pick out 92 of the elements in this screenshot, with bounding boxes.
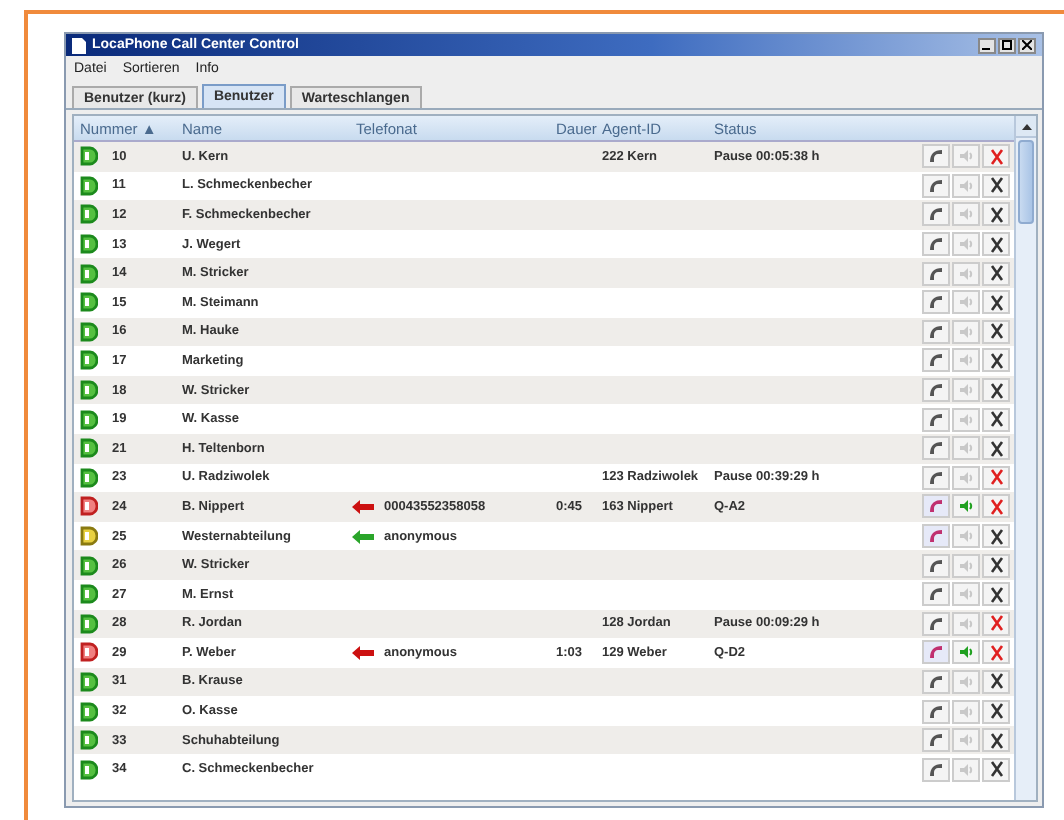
speaker-icon: [958, 732, 974, 749]
hangup-button[interactable]: [982, 757, 1010, 782]
pickup-button[interactable]: [922, 144, 950, 169]
close-button[interactable]: [1018, 37, 1036, 53]
close-icon: [989, 264, 1003, 283]
pickup-button[interactable]: [922, 436, 950, 461]
close-icon: [989, 497, 1003, 516]
pickup-button[interactable]: [922, 232, 950, 257]
close-icon: [989, 147, 1003, 166]
close-icon: [989, 322, 1003, 341]
pickup-button[interactable]: [922, 290, 950, 315]
maximize-icon: [1002, 40, 1012, 50]
pickup-button[interactable]: [922, 261, 950, 286]
speaker-icon: [958, 177, 974, 194]
close-icon: [989, 468, 1003, 487]
close-icon: [989, 527, 1003, 546]
hangup-button[interactable]: [982, 348, 1010, 373]
close-icon: [989, 614, 1003, 633]
close-icon: [989, 293, 1003, 312]
scrollbar[interactable]: [1014, 116, 1036, 800]
pickup-button[interactable]: [922, 378, 950, 403]
pickup-button[interactable]: [922, 553, 950, 578]
close-icon: [989, 643, 1003, 662]
hangup-button[interactable]: [982, 436, 1010, 461]
maximize-button[interactable]: [998, 37, 1016, 53]
speaker-icon: [958, 761, 974, 778]
speaker-icon: [958, 236, 974, 253]
pickup-button[interactable]: [922, 465, 950, 490]
speaker-icon: [958, 644, 974, 661]
pickup-button[interactable]: [922, 173, 950, 198]
pickup-button[interactable]: [922, 202, 950, 227]
hangup-button[interactable]: [982, 524, 1010, 549]
close-icon: [989, 585, 1003, 604]
speaker-icon: [958, 498, 974, 515]
close-icon: [989, 672, 1003, 691]
pickup-button[interactable]: [922, 728, 950, 753]
hangup-button[interactable]: [982, 553, 1010, 578]
hangup-button[interactable]: [982, 378, 1010, 403]
speaker-icon: [958, 294, 974, 311]
pickup-button[interactable]: [922, 319, 950, 344]
speaker-icon: [958, 206, 974, 223]
close-icon: [1022, 40, 1032, 50]
speaker-icon: [958, 703, 974, 720]
close-icon: [989, 410, 1003, 429]
minimize-button[interactable]: [978, 37, 996, 53]
speaker-icon: [958, 352, 974, 369]
close-icon: [989, 176, 1003, 195]
close-icon: [989, 731, 1003, 750]
hangup-button[interactable]: [982, 290, 1010, 315]
pickup-button[interactable]: [922, 757, 950, 782]
close-icon: [989, 235, 1003, 254]
pickup-button[interactable]: [922, 582, 950, 607]
pickup-button[interactable]: [922, 640, 950, 665]
hangup-button[interactable]: [982, 582, 1010, 607]
pickup-button[interactable]: [922, 611, 950, 636]
pickup-button[interactable]: [922, 494, 950, 519]
close-icon: [989, 760, 1003, 779]
hangup-button[interactable]: [982, 202, 1010, 227]
close-icon: [989, 205, 1003, 224]
scroll-thumb[interactable]: [1018, 140, 1034, 224]
speaker-icon: [958, 615, 974, 632]
close-icon: [989, 381, 1003, 400]
hangup-button[interactable]: [982, 407, 1010, 432]
close-icon: [989, 702, 1003, 721]
hangup-button[interactable]: [982, 669, 1010, 694]
hangup-button[interactable]: [982, 173, 1010, 198]
hangup-button[interactable]: [982, 261, 1010, 286]
hangup-button[interactable]: [982, 699, 1010, 724]
speaker-icon: [958, 323, 974, 340]
speaker-icon: [958, 265, 974, 282]
pickup-button[interactable]: [922, 699, 950, 724]
speaker-icon: [958, 528, 974, 545]
hangup-button[interactable]: [982, 232, 1010, 257]
pickup-button[interactable]: [922, 669, 950, 694]
speaker-icon: [958, 382, 974, 399]
speaker-icon: [958, 469, 974, 486]
hangup-button[interactable]: [982, 728, 1010, 753]
speaker-icon: [958, 411, 974, 428]
app-icon: [72, 37, 86, 53]
close-icon: [989, 439, 1003, 458]
speaker-icon: [958, 673, 974, 690]
speaker-icon: [958, 440, 974, 457]
close-icon: [989, 556, 1003, 575]
pickup-button[interactable]: [922, 407, 950, 432]
scroll-up-icon[interactable]: [1021, 123, 1031, 129]
hangup-button[interactable]: [982, 319, 1010, 344]
pickup-button[interactable]: [922, 524, 950, 549]
speaker-icon: [958, 148, 974, 165]
close-icon: [989, 351, 1003, 370]
pickup-button[interactable]: [922, 348, 950, 373]
speaker-icon: [958, 557, 974, 574]
speaker-icon: [958, 586, 974, 603]
